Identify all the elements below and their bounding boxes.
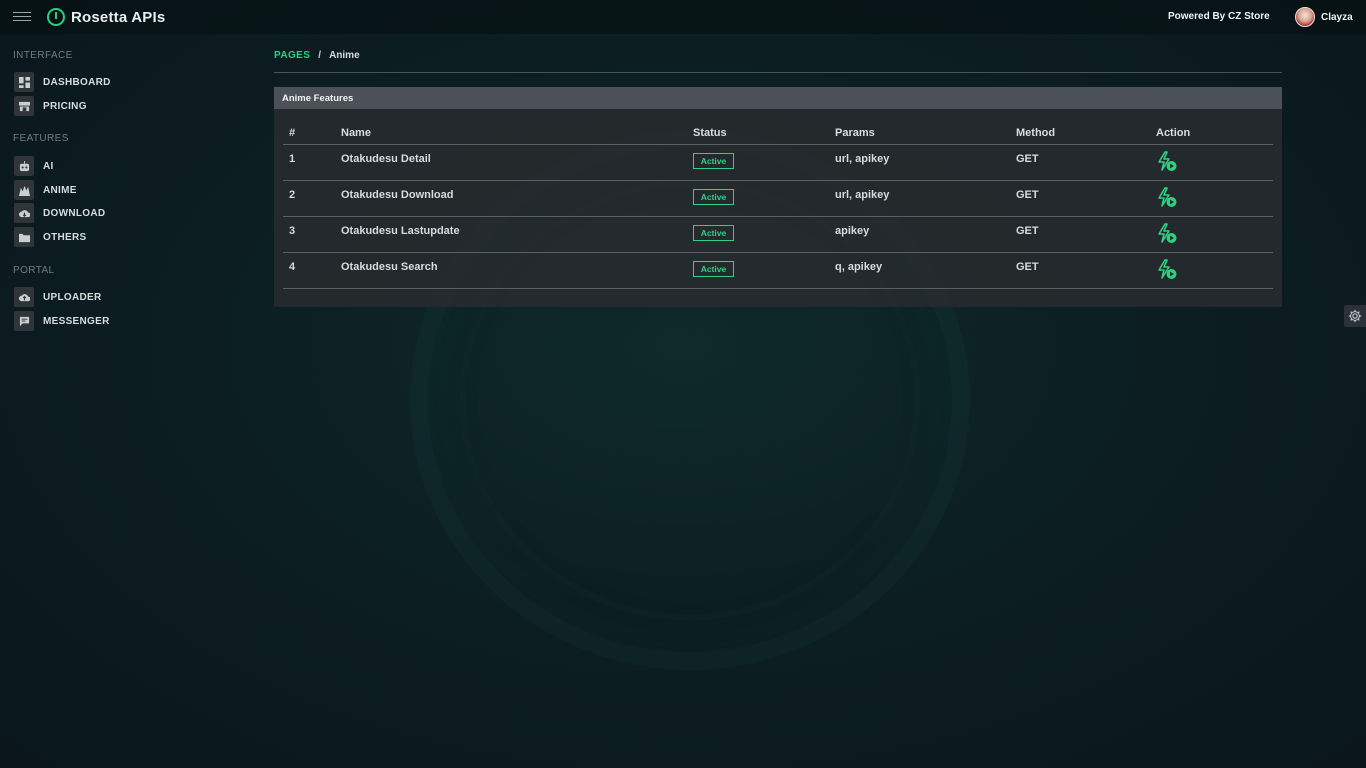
features-table: # Name Status Params Method Action 1 Ota… xyxy=(283,121,1273,289)
row-params: url, apikey xyxy=(835,153,890,165)
dashboard-icon xyxy=(14,72,34,92)
sidebar-item-uploader[interactable]: UPLOADER xyxy=(14,287,102,307)
sidebar-section-features: FEATURES xyxy=(13,133,69,144)
sidebar-item-label: PRICING xyxy=(43,100,87,112)
card-header: Anime Features xyxy=(274,87,1282,109)
row-name: Otakudesu Search xyxy=(341,261,438,273)
sidebar-item-download[interactable]: DOWNLOAD xyxy=(14,203,105,223)
status-badge: Active xyxy=(693,189,734,205)
table-row: 2 Otakudesu Download Active url, apikey … xyxy=(283,181,1273,217)
table-row: 4 Otakudesu Search Active q, apikey GET xyxy=(283,253,1273,289)
table-header: # Name Status Params Method Action xyxy=(283,121,1273,145)
sidebar-item-label: DASHBOARD xyxy=(43,76,111,88)
sidebar-section-portal: PORTAL xyxy=(13,265,55,276)
hamburger-menu-icon[interactable] xyxy=(13,12,31,22)
power-logo-icon xyxy=(47,8,65,26)
sidebar-section-interface: INTERFACE xyxy=(13,50,73,61)
sidebar-item-label: UPLOADER xyxy=(43,291,102,303)
breadcrumb-current: Anime xyxy=(329,50,360,61)
row-method: GET xyxy=(1016,189,1039,201)
chat-icon xyxy=(14,311,34,331)
bolt-play-icon[interactable] xyxy=(1156,151,1178,173)
settings-button[interactable] xyxy=(1344,305,1366,327)
row-method: GET xyxy=(1016,153,1039,165)
row-name: Otakudesu Detail xyxy=(341,153,431,165)
features-card: Anime Features # Name Status Params Meth… xyxy=(274,87,1282,307)
row-index: 4 xyxy=(289,261,296,273)
row-params: url, apikey xyxy=(835,189,890,201)
table-row: 3 Otakudesu Lastupdate Active apikey GET xyxy=(283,217,1273,253)
sidebar-item-others[interactable]: OTHERS xyxy=(14,227,86,247)
cloud-download-icon xyxy=(14,203,34,223)
robot-icon xyxy=(14,156,34,176)
column-header-index: # xyxy=(289,127,296,139)
anime-icon xyxy=(14,180,34,200)
top-bar: Rosetta APIs Powered By CZ Store Clayza xyxy=(0,0,1366,34)
user-name: Clayza xyxy=(1321,11,1353,23)
folder-icon xyxy=(14,227,34,247)
row-params: apikey xyxy=(835,225,870,237)
brand[interactable]: Rosetta APIs xyxy=(47,8,165,26)
bolt-play-icon[interactable] xyxy=(1156,187,1178,209)
row-params: q, apikey xyxy=(835,261,883,273)
sidebar-item-anime[interactable]: ANIME xyxy=(14,180,77,200)
column-header-status: Status xyxy=(693,127,727,139)
row-index: 1 xyxy=(289,153,296,165)
sidebar-item-messenger[interactable]: MESSENGER xyxy=(14,311,110,331)
column-header-params: Params xyxy=(835,127,875,139)
store-icon xyxy=(14,96,34,116)
user-menu[interactable]: Clayza xyxy=(1295,7,1353,27)
row-index: 2 xyxy=(289,189,296,201)
column-header-name: Name xyxy=(341,127,371,139)
breadcrumb-root[interactable]: PAGES xyxy=(274,50,310,61)
avatar xyxy=(1295,7,1315,27)
status-badge: Active xyxy=(693,261,734,277)
cloud-upload-icon xyxy=(14,287,34,307)
row-name: Otakudesu Lastupdate xyxy=(341,225,460,237)
bolt-play-icon[interactable] xyxy=(1156,259,1178,281)
divider xyxy=(274,72,1282,73)
breadcrumb: PAGES / Anime xyxy=(274,50,360,61)
sidebar-item-label: ANIME xyxy=(43,184,77,196)
breadcrumb-separator: / xyxy=(318,50,322,61)
sidebar-item-label: OTHERS xyxy=(43,231,87,243)
row-name: Otakudesu Download xyxy=(341,189,454,201)
sidebar-item-label: AI xyxy=(43,160,54,172)
row-method: GET xyxy=(1016,225,1039,237)
sidebar-item-label: MESSENGER xyxy=(43,315,110,327)
status-badge: Active xyxy=(693,225,734,241)
card-title: Anime Features xyxy=(282,92,354,104)
sidebar-item-label: DOWNLOAD xyxy=(43,207,106,219)
sidebar-item-dashboard[interactable]: DASHBOARD xyxy=(14,72,111,92)
powered-by-text: Powered By CZ Store xyxy=(1168,11,1270,22)
status-badge: Active xyxy=(693,153,734,169)
gear-icon xyxy=(1348,309,1362,323)
row-index: 3 xyxy=(289,225,296,237)
sidebar-item-pricing[interactable]: PRICING xyxy=(14,96,87,116)
table-row: 1 Otakudesu Detail Active url, apikey GE… xyxy=(283,145,1273,181)
sidebar-item-ai[interactable]: AI xyxy=(14,156,54,176)
column-header-action: Action xyxy=(1156,127,1191,139)
column-header-method: Method xyxy=(1016,127,1056,139)
bolt-play-icon[interactable] xyxy=(1156,223,1178,245)
row-method: GET xyxy=(1016,261,1039,273)
app-title: Rosetta APIs xyxy=(71,8,166,26)
